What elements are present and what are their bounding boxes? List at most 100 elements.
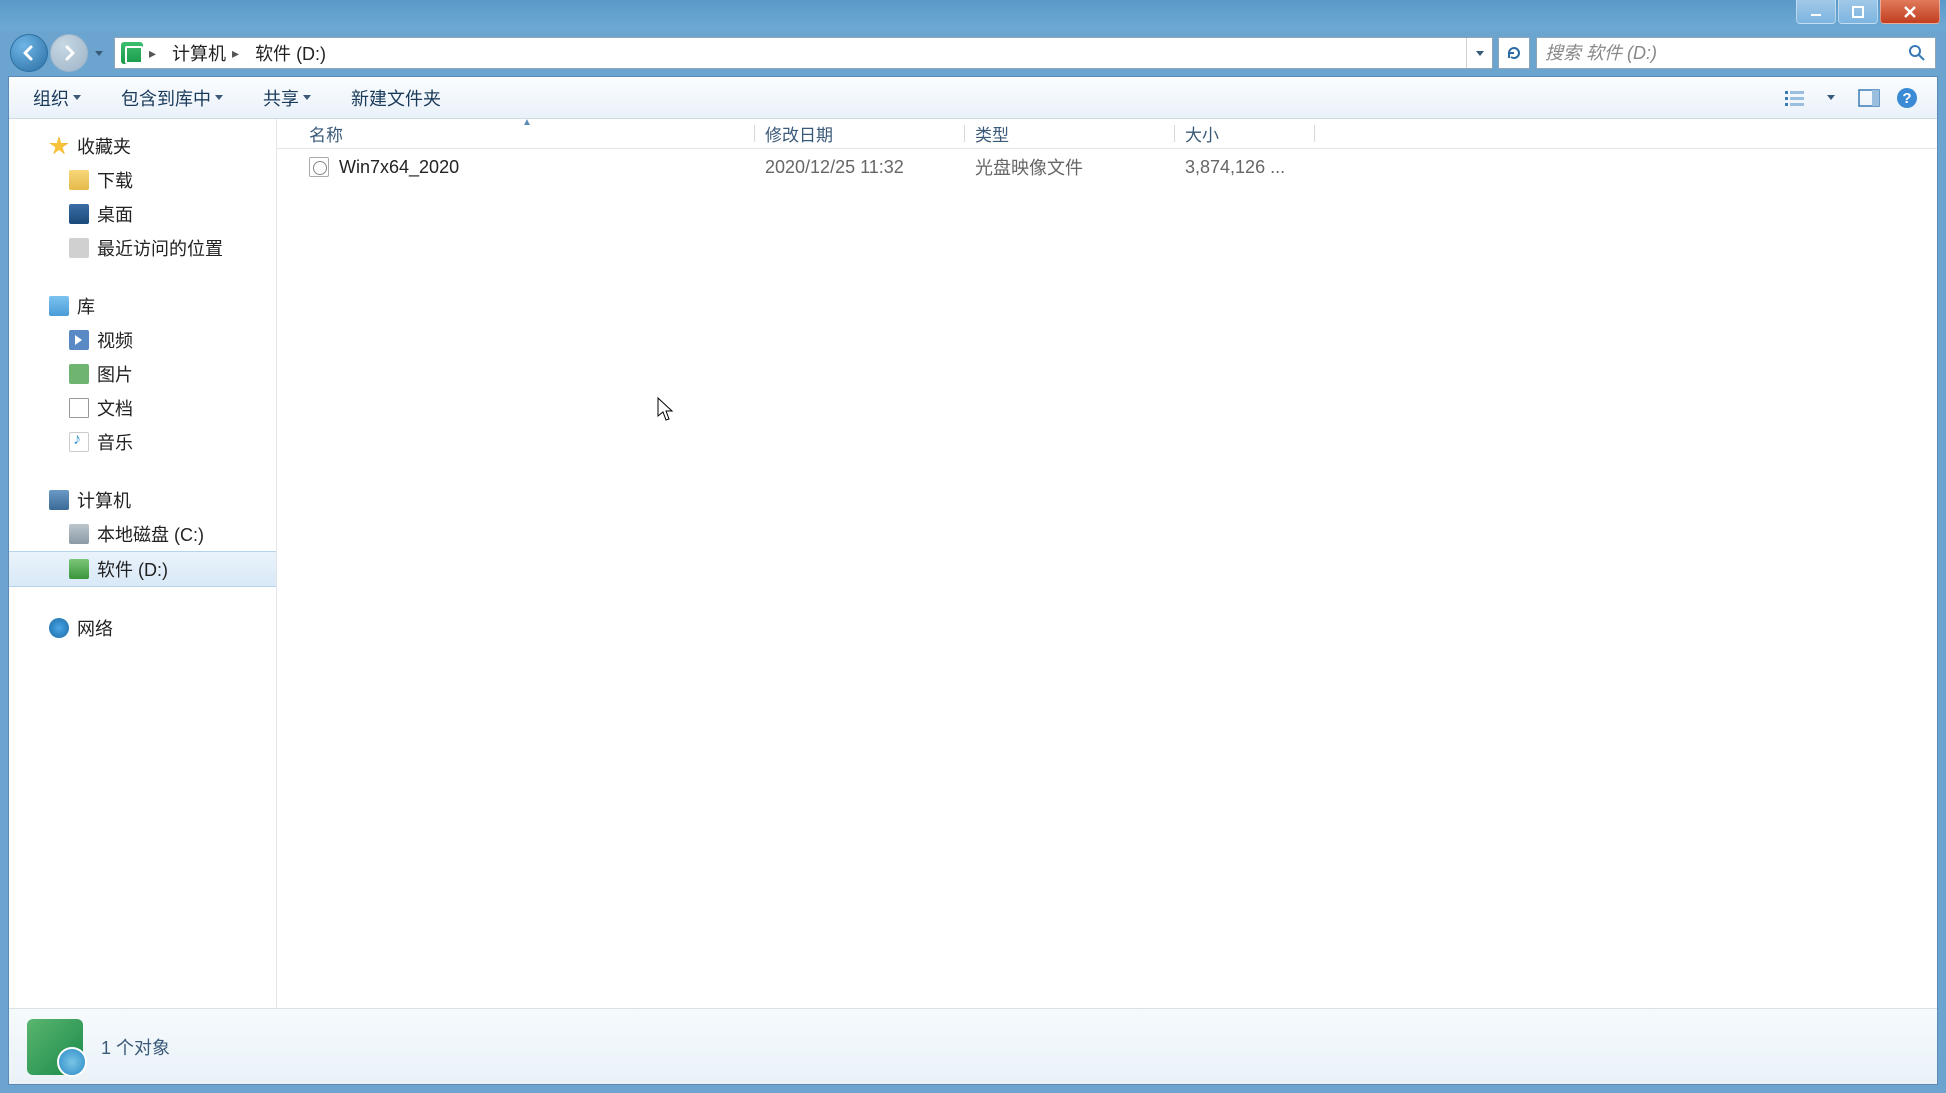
column-label: 大小 — [1185, 126, 1219, 145]
picture-icon — [69, 364, 89, 384]
computer-icon — [49, 490, 69, 510]
sidebar-item-downloads[interactable]: 下载 — [9, 163, 276, 197]
file-modified: 2020/12/25 11:32 — [755, 157, 965, 178]
sidebar-label: 软件 (D:) — [97, 556, 168, 582]
sidebar-label: 图片 — [97, 361, 133, 387]
drive-icon — [69, 559, 89, 579]
chevron-down-icon — [303, 95, 311, 100]
column-header-name[interactable]: ▲ 名称 — [299, 121, 755, 146]
library-icon — [49, 296, 69, 316]
sidebar-label: 本地磁盘 (C:) — [97, 521, 204, 547]
command-bar: 组织 包含到库中 共享 新建文件夹 ? — [9, 77, 1937, 119]
search-box[interactable] — [1536, 37, 1936, 69]
desktop-icon — [69, 204, 89, 224]
chevron-down-icon — [1476, 51, 1484, 56]
svg-text:?: ? — [1902, 90, 1911, 107]
sidebar-computer-header[interactable]: 计算机 — [9, 483, 276, 517]
search-input[interactable] — [1545, 43, 1907, 64]
mouse-cursor-icon — [657, 397, 675, 423]
sidebar-item-desktop[interactable]: 桌面 — [9, 197, 276, 231]
sidebar-item-recent[interactable]: 最近访问的位置 — [9, 231, 276, 265]
chevron-right-icon: ▸ — [232, 45, 239, 62]
share-button[interactable]: 共享 — [253, 81, 321, 115]
drive-icon — [69, 524, 89, 544]
breadcrumb-label: 软件 (D:) — [255, 40, 326, 66]
file-row[interactable]: Win7x64_2020 2020/12/25 11:32 光盘映像文件 3,8… — [277, 149, 1937, 185]
sidebar-network-header[interactable]: 网络 — [9, 611, 276, 645]
chevron-down-icon — [1827, 95, 1835, 100]
maximize-button[interactable] — [1838, 0, 1878, 24]
network-icon — [49, 618, 69, 638]
sidebar-favorites-header[interactable]: 收藏夹 — [9, 129, 276, 163]
sidebar-item-videos[interactable]: 视频 — [9, 323, 276, 357]
help-button[interactable]: ? — [1891, 82, 1923, 114]
refresh-button[interactable] — [1498, 37, 1530, 69]
column-header-size[interactable]: 大小 — [1175, 121, 1315, 146]
view-mode-dropdown[interactable] — [1815, 82, 1847, 114]
column-label: 类型 — [975, 126, 1009, 145]
view-mode-button[interactable] — [1779, 82, 1811, 114]
include-in-library-button[interactable]: 包含到库中 — [111, 81, 233, 115]
sidebar-item-pictures[interactable]: 图片 — [9, 357, 276, 391]
sidebar-label: 桌面 — [97, 201, 133, 227]
search-icon — [1907, 43, 1927, 63]
toolbar-label: 共享 — [263, 85, 299, 111]
column-header-modified[interactable]: 修改日期 — [755, 121, 965, 146]
sidebar-label: 计算机 — [77, 487, 131, 513]
sidebar-libraries-header[interactable]: 库 — [9, 289, 276, 323]
column-label: 修改日期 — [765, 126, 833, 145]
column-headers: ▲ 名称 修改日期 类型 大小 — [277, 119, 1937, 149]
sort-indicator-icon: ▲ — [522, 117, 532, 128]
address-dropdown[interactable] — [1466, 38, 1492, 68]
details-pane: 1 个对象 — [9, 1008, 1937, 1084]
file-type: 光盘映像文件 — [965, 154, 1175, 180]
breadcrumb-label: 计算机 — [172, 40, 226, 66]
video-icon — [69, 330, 89, 350]
toolbar-label: 新建文件夹 — [351, 85, 441, 111]
sidebar-item-drive-d[interactable]: 软件 (D:) — [9, 551, 276, 587]
forward-button[interactable] — [50, 34, 88, 72]
back-button[interactable] — [10, 34, 48, 72]
drive-large-icon — [27, 1019, 83, 1075]
new-folder-button[interactable]: 新建文件夹 — [341, 81, 451, 115]
star-icon — [49, 136, 69, 156]
column-header-type[interactable]: 类型 — [965, 121, 1175, 146]
toolbar-label: 组织 — [33, 85, 69, 111]
drive-icon — [121, 42, 143, 64]
file-list-pane: ▲ 名称 修改日期 类型 大小 — [277, 119, 1937, 1008]
file-size: 3,874,126 ... — [1175, 157, 1315, 178]
sidebar-label: 下载 — [97, 167, 133, 193]
navigation-row: ▸ 计算机 ▸ 软件 (D:) — [0, 30, 1946, 76]
sidebar-item-documents[interactable]: 文档 — [9, 391, 276, 425]
sidebar-label: 收藏夹 — [77, 133, 131, 159]
organize-button[interactable]: 组织 — [23, 81, 91, 115]
chevron-down-icon — [95, 51, 103, 56]
sidebar-label: 视频 — [97, 327, 133, 353]
toolbar-label: 包含到库中 — [121, 85, 211, 111]
address-bar[interactable]: ▸ 计算机 ▸ 软件 (D:) — [114, 37, 1493, 69]
status-text: 1 个对象 — [101, 1034, 170, 1060]
preview-pane-button[interactable] — [1853, 82, 1885, 114]
breadcrumb-segment-current[interactable]: 软件 (D:) — [245, 38, 332, 68]
document-icon — [69, 398, 89, 418]
chevron-down-icon — [215, 95, 223, 100]
sidebar-label: 最近访问的位置 — [97, 235, 223, 261]
close-button[interactable] — [1880, 0, 1940, 24]
chevron-down-icon — [73, 95, 81, 100]
sidebar-item-drive-c[interactable]: 本地磁盘 (C:) — [9, 517, 276, 551]
sidebar-item-music[interactable]: 音乐 — [9, 425, 276, 459]
nav-history-dropdown[interactable] — [90, 38, 108, 68]
file-name: Win7x64_2020 — [339, 157, 459, 178]
window-titlebar — [0, 0, 1946, 30]
address-root-icon[interactable]: ▸ — [115, 38, 162, 68]
music-icon — [69, 432, 89, 452]
sidebar-label: 文档 — [97, 395, 133, 421]
breadcrumb-segment-computer[interactable]: 计算机 ▸ — [162, 38, 245, 68]
recent-icon — [69, 238, 89, 258]
navigation-pane[interactable]: 收藏夹 下载 桌面 最近访问的位置 库 — [9, 119, 277, 1008]
sidebar-label: 库 — [77, 293, 95, 319]
sidebar-label: 音乐 — [97, 429, 133, 455]
minimize-button[interactable] — [1796, 0, 1836, 24]
sidebar-label: 网络 — [77, 615, 113, 641]
iso-file-icon — [309, 157, 329, 177]
